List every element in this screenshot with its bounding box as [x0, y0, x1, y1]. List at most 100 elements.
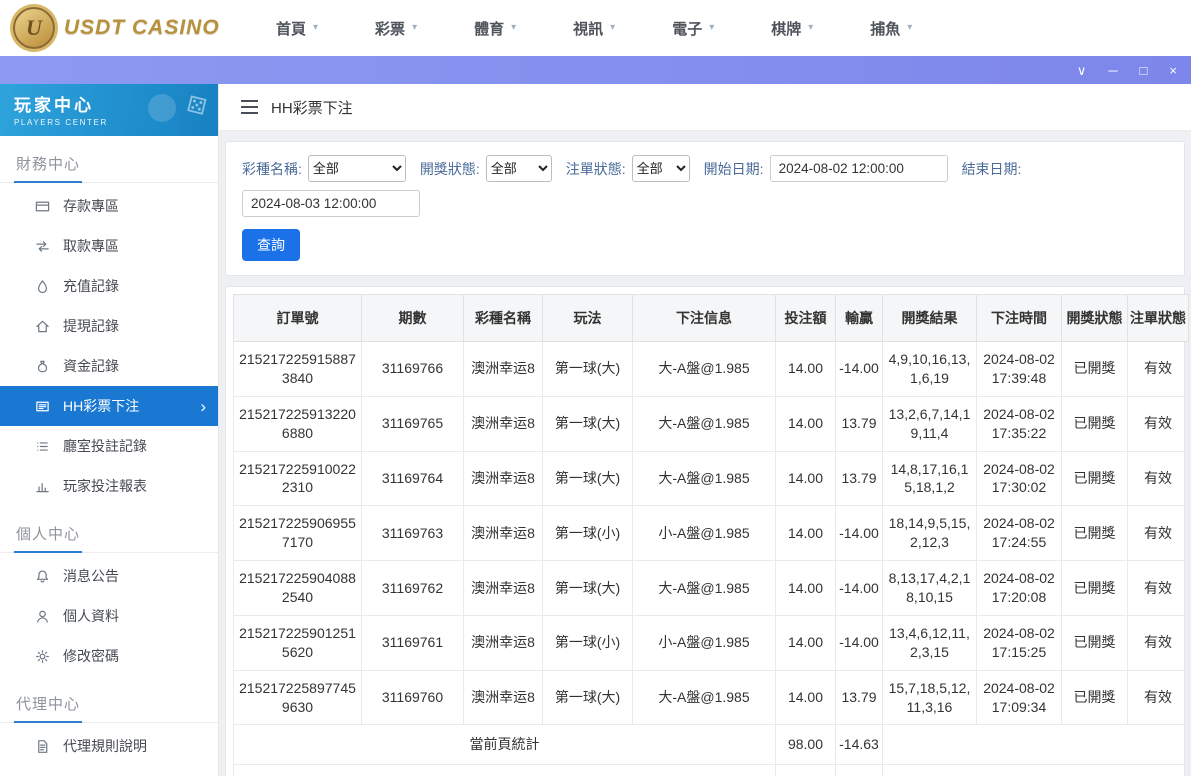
content-layout: 玩家中心 PLAYERS CENTER ⚄ 財務中心 存款專區 › 取款專區 ›…: [0, 84, 1191, 776]
sidebar-item-withdraw[interactable]: 取款專區 ›: [0, 226, 218, 266]
chevron-down-icon: ▾: [610, 22, 616, 33]
sidebar-item-hh-lottery-bets[interactable]: HH彩票下注 ›: [0, 386, 218, 426]
draw-status-select[interactable]: 全部: [485, 155, 552, 182]
cell-win-loss: -14.00: [835, 341, 883, 397]
nav-item-label: 捕魚: [870, 20, 901, 38]
sidebar-item-label: 消息公告: [63, 568, 119, 584]
search-button[interactable]: 查詢: [242, 229, 300, 261]
home-icon: [34, 318, 50, 334]
cell-play-type: 第一球(小): [542, 505, 633, 562]
players-center-subtitle: PLAYERS CENTER: [14, 118, 108, 127]
window-chevron-icon[interactable]: ∨: [1077, 64, 1087, 77]
filter-actions: 查詢: [242, 229, 1168, 261]
cell-order-status: 有效: [1127, 395, 1189, 452]
cell-play-type: 第一球(大): [542, 341, 633, 397]
nav-item[interactable]: 棋牌 ▾: [771, 18, 813, 39]
cell-lottery-name: 澳洲幸运8: [463, 395, 543, 452]
logo-icon: U: [13, 7, 55, 49]
cell-draw-status: 已開獎: [1061, 341, 1128, 397]
cell-order-status: 有效: [1127, 341, 1189, 397]
sidebar-item-label: 取款專區: [63, 238, 119, 254]
cell-win-loss: -14.00: [835, 505, 883, 562]
cell-order-id: 2152172259100222310: [233, 450, 362, 507]
draw-status-label: 開獎狀態:: [419, 160, 480, 177]
nav-item[interactable]: 首頁 ▾: [276, 18, 318, 39]
breadcrumb: HH彩票下注: [219, 84, 1191, 131]
nav-item-label: 視訊: [573, 20, 604, 38]
nav-item-label: 棋牌: [771, 20, 802, 38]
cell-draw-result: 4,9,10,16,13,1,6,19: [882, 341, 977, 397]
cell-order-id: 2152172259069557170: [233, 505, 362, 562]
window-minimize-icon[interactable]: ─: [1108, 64, 1117, 77]
main-nav: 首頁 ▾ 彩票 ▾ 體育 ▾ 視訊 ▾ 電子 ▾ 棋牌 ▾ 捕魚 ▾: [276, 18, 912, 39]
cell-bet-amount: 14.00: [775, 669, 836, 726]
cell-bet-amount: 14.00: [775, 614, 836, 671]
cell-bet-time: 2024-08-02 17:39:48: [976, 341, 1062, 397]
sidebar-item-deposit[interactable]: 存款專區 ›: [0, 186, 218, 226]
summary-label: 總統計: [233, 764, 776, 776]
sidebar-item-withdraw-record[interactable]: 提現記錄 ›: [0, 306, 218, 346]
lottery-name-select[interactable]: 全部: [307, 155, 406, 182]
order-status-select[interactable]: 全部: [631, 155, 690, 182]
cell-bet-info: 大-A盤@1.985: [632, 395, 776, 452]
cell-bet-amount: 14.00: [775, 560, 836, 616]
filter-row: 彩種名稱: 全部 開獎狀態: 全部 注單狀態: 全部 開始日期: 結束日期:: [242, 155, 1168, 217]
window-controls: ∨ ─ □ ×: [1077, 64, 1177, 77]
summary-bet-amount: 98.00: [775, 724, 836, 766]
table-row: 2152172259100222310 31169764 澳洲幸运8 第一球(大…: [233, 450, 1189, 507]
sidebar-item-recharge-record[interactable]: 充值記錄 ›: [0, 266, 218, 306]
summary-bet-amount: 98.00: [775, 764, 836, 776]
sidebar-section: 個人中心 消息公告 › 個人資料 › 修改密碼 ›: [0, 514, 218, 676]
table-row: 2152172258977459630 31169760 澳洲幸运8 第一球(大…: [233, 669, 1189, 726]
cell-bet-info: 大-A盤@1.985: [632, 669, 776, 726]
start-date-input[interactable]: [769, 155, 948, 182]
window-close-icon[interactable]: ×: [1169, 64, 1177, 77]
cell-issue: 31169765: [361, 395, 464, 452]
cell-lottery-name: 澳洲幸运8: [463, 560, 543, 616]
nav-item[interactable]: 電子 ▾: [672, 18, 714, 39]
column-header: 注單狀態: [1127, 294, 1189, 342]
cell-draw-result: 8,13,17,4,2,18,10,15: [882, 560, 977, 616]
nav-item[interactable]: 彩票 ▾: [375, 18, 417, 39]
money-bag-icon: [34, 358, 50, 374]
cell-draw-result: 14,8,17,16,15,18,1,2: [882, 450, 977, 507]
end-date-input[interactable]: [242, 190, 420, 217]
column-header: 下注信息: [632, 294, 776, 342]
nav-item-label: 首頁: [276, 20, 307, 38]
cell-play-type: 第一球(小): [542, 614, 633, 671]
sidebar-item-profile[interactable]: 個人資料 ›: [0, 596, 218, 636]
summary-label: 當前頁統計: [233, 724, 776, 766]
user-icon: [34, 608, 50, 624]
sidebar-item-announcements[interactable]: 消息公告 ›: [0, 556, 218, 596]
nav-item[interactable]: 捕魚 ▾: [870, 18, 912, 39]
nav-item[interactable]: 視訊 ▾: [573, 18, 615, 39]
sidebar-item-label: 存款專區: [63, 198, 119, 214]
sidebar-item-agent-rules[interactable]: 代理規則說明 ›: [0, 726, 218, 766]
sidebar-section-title: 個人中心: [0, 514, 218, 553]
menu-icon[interactable]: [241, 100, 258, 114]
sidebar-item-room-bet-records[interactable]: 廳室投註記錄 ›: [0, 426, 218, 466]
logo[interactable]: U USDT CASINO: [10, 7, 242, 49]
chevron-down-icon: ▾: [709, 22, 715, 33]
window-maximize-icon[interactable]: □: [1140, 64, 1148, 77]
sidebar-section-title: 財務中心: [0, 144, 218, 183]
cell-lottery-name: 澳洲幸运8: [463, 505, 543, 562]
cell-draw-status: 已開獎: [1061, 669, 1128, 726]
logo-text: USDT CASINO: [64, 16, 220, 39]
sidebar-item-change-password[interactable]: 修改密碼 ›: [0, 636, 218, 676]
sidebar-item-label: HH彩票下注: [63, 398, 140, 414]
column-header: 投注額: [775, 294, 836, 342]
cell-bet-amount: 14.00: [775, 341, 836, 397]
sidebar-item-player-bet-report[interactable]: 玩家投注報表 ›: [0, 466, 218, 506]
sidebar-item-funds-record[interactable]: 資金記錄 ›: [0, 346, 218, 386]
chevron-down-icon: ▾: [511, 22, 517, 33]
cell-order-status: 有效: [1127, 669, 1189, 726]
cell-play-type: 第一球(大): [542, 560, 633, 616]
chevron-right-icon: ›: [200, 396, 206, 416]
summary-empty: [882, 764, 1189, 776]
cell-bet-time: 2024-08-02 17:20:08: [976, 560, 1062, 616]
cell-issue: 31169766: [361, 341, 464, 397]
table-row: 2152172259158873840 31169766 澳洲幸运8 第一球(大…: [233, 341, 1189, 397]
gear-icon: [34, 648, 50, 664]
nav-item[interactable]: 體育 ▾: [474, 18, 516, 39]
